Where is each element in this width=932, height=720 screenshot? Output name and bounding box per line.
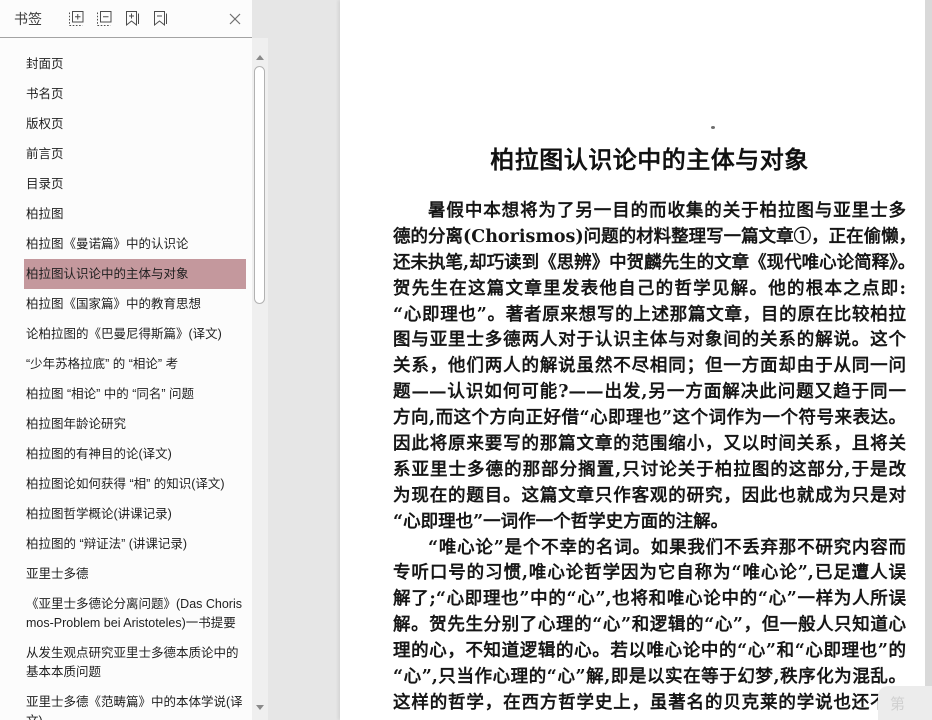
- bookmark-item[interactable]: 封面页: [24, 49, 246, 79]
- page-indicator-text: 第: [890, 695, 906, 713]
- page-indicator-bubble: 第: [878, 686, 932, 720]
- text-line: 关系，他们两人的解说虽然不尽相同；但一方面却由于从同一问: [393, 356, 906, 377]
- bookmark-item[interactable]: 柏拉图的 “辩证法” (讲课记录): [24, 529, 246, 559]
- scroll-down-icon[interactable]: [252, 700, 268, 714]
- page-title: 柏拉图认识论中的主体与对象: [490, 145, 809, 174]
- sidebar-scrollbar[interactable]: [252, 38, 268, 720]
- bookmarks-toolbar: [67, 10, 169, 28]
- bookmark-item[interactable]: 柏拉图的有神目的论(译文): [24, 439, 246, 469]
- bookmark-item[interactable]: 柏拉图论如何获得 “相” 的知识(译文): [24, 469, 246, 499]
- document-body: 暑假中本想将为了另一目的而收集的关于柏拉图与亚里士多德的分离(Chorismos…: [393, 199, 906, 717]
- text-line: 暑假中本想将为了另一目的而收集的关于柏拉图与亚里士多: [428, 201, 906, 221]
- sidebar-scrollbar-thumb[interactable]: [254, 66, 265, 304]
- window-scrollbar[interactable]: [925, 0, 932, 720]
- text-line: 系亚里士多德的那部分搁置,只讨论关于柏拉图的这部分,于是改: [393, 459, 906, 480]
- bookmark-item[interactable]: 亚里士多德: [24, 559, 246, 589]
- text-line: 贺先生在这篇文章里发表他自己的哲学见解。他的根本之点即:: [393, 278, 906, 299]
- text-line: 德的分离(Chorismos)问题的材料整理写一篇文章①，正在偷懒，: [393, 226, 906, 247]
- bookmark-item[interactable]: 柏拉图《国家篇》中的教育思想: [24, 289, 246, 319]
- document-page: 柏拉图认识论中的主体与对象 暑假中本想将为了另一目的而收集的关于柏拉图与亚里士多…: [340, 0, 925, 720]
- bookmark-item[interactable]: 版权页: [24, 109, 246, 139]
- scroll-up-icon[interactable]: [252, 50, 268, 64]
- panel-title: 书签: [14, 10, 42, 27]
- bookmark-item[interactable]: 柏拉图 “相论” 中的 “同名” 问题: [24, 379, 246, 409]
- bookmark-item[interactable]: 《亚里士多德论分离问题》(Das Chorismos-Problem bei A…: [24, 589, 246, 638]
- text-line: “心即理也”一词作一个哲学史方面的注解。: [393, 511, 729, 532]
- bookmark-item[interactable]: 柏拉图哲学概论(讲课记录): [24, 499, 246, 529]
- bookmark-item[interactable]: 柏拉图《曼诺篇》中的认识论: [24, 229, 246, 259]
- remove-bookmark-icon[interactable]: [151, 10, 169, 28]
- text-line: “唯心论”是个不幸的名词。如果我们不丢弃那不研究内容而: [428, 537, 906, 558]
- text-line: 题——认识如何可能?——出发,另一方面解决此问题又趋于同一: [393, 382, 906, 403]
- text-line: 还未执笔,却巧读到《思辨》中贺麟先生的文章《现代唯心论简释》。: [393, 252, 906, 273]
- bookmark-item[interactable]: 目录页: [24, 169, 246, 199]
- text-line: 解。贺先生分别了心理的“心”和逻辑的“心”，但一般人只知道心: [393, 615, 906, 636]
- text-line: 专听口号的习惯,唯心论哲学因为它自称为“唯心论”,已足遭人误: [393, 563, 906, 584]
- bookmarks-header: 书签: [0, 0, 252, 38]
- text-line: 解了;“心即理也”中的“心”,也将和唯心论中的“心”一样为人所误: [393, 589, 906, 610]
- collapse-all-icon[interactable]: [95, 10, 113, 28]
- page-content: 柏拉图认识论中的主体与对象 暑假中本想将为了另一目的而收集的关于柏拉图与亚里士多…: [340, 140, 925, 717]
- bookmark-item[interactable]: 前言页: [24, 139, 246, 169]
- bookmark-item[interactable]: 柏拉图认识论中的主体与对象: [24, 259, 246, 289]
- text-line: “心”,只当作心理的“心”解,即是以实在等于幻梦,秩序化为混乱。: [393, 667, 906, 688]
- bookmark-item[interactable]: 柏拉图: [24, 199, 246, 229]
- bookmarks-panel: 书签 封面页 书名页 版权页 前言页 目录页 柏拉图 柏拉图《曼诺篇》中的认识论…: [0, 0, 252, 720]
- print-speck: [711, 126, 715, 129]
- text-line: “心即理也”。著者原来想写的上述那篇文章，目的原在比较柏拉: [393, 304, 906, 325]
- text-line: 因此将原来要写的那篇文章的范围缩小，又以时间关系，且将关: [393, 434, 906, 455]
- bookmark-item[interactable]: 柏拉图年龄论研究: [24, 409, 246, 439]
- text-line: 为现在的题目。这篇文章只作客观的研究，因此也就成为只是对: [393, 485, 906, 506]
- add-bookmark-icon[interactable]: [123, 10, 141, 28]
- text-line: 图与亚里士多德两人对于认识主体与对象间的关系的解说。这个: [393, 330, 906, 351]
- expand-all-icon[interactable]: [67, 10, 85, 28]
- text-line: 这样的哲学，在西方哲学史上，虽著名的贝克莱的学说也还不能: [393, 692, 906, 713]
- close-icon[interactable]: [227, 11, 243, 27]
- bookmark-item[interactable]: “少年苏格拉底” 的 “相论” 考: [24, 349, 246, 379]
- bookmark-item[interactable]: 亚里士多德《范畴篇》中的本体学说(译文): [24, 687, 246, 720]
- bookmark-item[interactable]: 论柏拉图的《巴曼尼得斯篇》(译文): [24, 319, 246, 349]
- text-line: 方向,而这个方向正好借“心即理也”这个词作为一个符号来表达。: [393, 408, 906, 429]
- bookmark-item[interactable]: 从发生观点研究亚里士多德本质论中的基本本质问题: [24, 638, 246, 687]
- document-viewer: 柏拉图认识论中的主体与对象 暑假中本想将为了另一目的而收集的关于柏拉图与亚里士多…: [268, 0, 932, 720]
- text-line: 理的心，不知道逻辑的心。若以唯心论中的“心”和“心即理也”的: [393, 641, 906, 662]
- bookmark-item[interactable]: 书名页: [24, 79, 246, 109]
- bookmark-list: 封面页 书名页 版权页 前言页 目录页 柏拉图 柏拉图《曼诺篇》中的认识论 柏拉图认识论中的主…: [0, 38, 252, 720]
